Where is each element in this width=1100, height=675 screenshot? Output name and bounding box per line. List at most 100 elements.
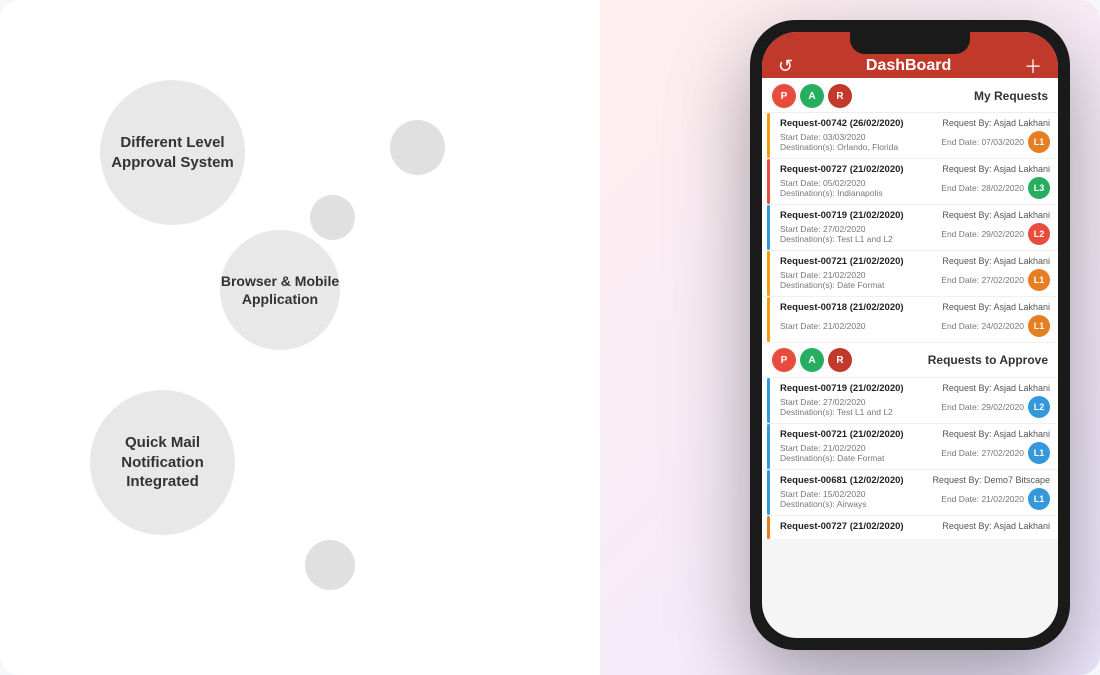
- request-content-2: Request-00727 (21/02/2020) Request By: A…: [772, 164, 1050, 199]
- areq-start-2: Start Date: 21/02/2020: [780, 443, 884, 453]
- abar-4: [767, 516, 770, 539]
- areq-dates-3: Start Date: 15/02/2020 Destination(s): A…: [780, 489, 866, 509]
- page-wrapper: Different Level Approval System Browser …: [0, 0, 1100, 675]
- req-dates-2: Start Date: 05/02/2020 Destination(s): I…: [780, 178, 883, 198]
- approve-item-1[interactable]: Request-00719 (21/02/2020) Request By: A…: [762, 378, 1058, 424]
- areq-end-3: End Date: 21/02/2020: [941, 494, 1024, 504]
- approve-item-2[interactable]: Request-00721 (21/02/2020) Request By: A…: [762, 424, 1058, 470]
- areq-by-1: Request By: Asjad Lakhani: [930, 383, 1050, 393]
- areq-id-3: Request-00681 (12/02/2020): [780, 475, 904, 486]
- refresh-icon[interactable]: ↺: [778, 56, 793, 77]
- request-content-4: Request-00721 (21/02/2020) Request By: A…: [772, 256, 1050, 291]
- phone-screen: ↺ DashBoard ＋ P A R My Requests: [762, 32, 1058, 638]
- my-requests-header: P A R My Requests: [762, 78, 1058, 113]
- request-content-1: Request-00742 (26/02/2020) Request By: A…: [772, 118, 1050, 153]
- badge-3: L2: [1028, 223, 1050, 245]
- abar-2: [767, 424, 770, 469]
- add-icon[interactable]: ＋: [1024, 53, 1042, 79]
- req-by-4: Request By: Asjad Lakhani: [930, 256, 1050, 266]
- bubble-deco-2: [310, 195, 355, 240]
- approve-item-4[interactable]: Request-00727 (21/02/2020) Request By: A…: [762, 516, 1058, 540]
- browser-label: Browser & Mobile Application: [220, 272, 340, 308]
- app-title: DashBoard: [866, 57, 951, 75]
- req-dest-4: Destination(s): Date Format: [780, 280, 884, 290]
- areq-id-2: Request-00721 (21/02/2020): [780, 429, 904, 440]
- badge-5: L1: [1028, 315, 1050, 337]
- approve-request-list: Request-00719 (21/02/2020) Request By: A…: [762, 378, 1058, 540]
- req-dest-2: Destination(s): Indianapolis: [780, 188, 883, 198]
- request-item-2[interactable]: Request-00727 (21/02/2020) Request By: A…: [762, 159, 1058, 205]
- request-list: Request-00742 (26/02/2020) Request By: A…: [762, 113, 1058, 343]
- request-item-3[interactable]: Request-00719 (21/02/2020) Request By: A…: [762, 205, 1058, 251]
- bubble-deco-1: [390, 120, 445, 175]
- req-by-2: Request By: Asjad Lakhani: [930, 164, 1050, 174]
- req-id-5: Request-00718 (21/02/2020): [780, 302, 904, 313]
- bubble-browser: Browser & Mobile Application: [220, 230, 340, 350]
- avatar-p2: P: [772, 348, 796, 372]
- bubble-deco-3: [305, 540, 355, 590]
- request-item-5[interactable]: Request-00718 (21/02/2020) Request By: A…: [762, 297, 1058, 343]
- areq-by-2: Request By: Asjad Lakhani: [930, 429, 1050, 439]
- avatar-r2: R: [828, 348, 852, 372]
- abadge-2: L1: [1028, 442, 1050, 464]
- areq-end-2: End Date: 27/02/2020: [941, 448, 1024, 458]
- phone-notch: [850, 32, 970, 54]
- my-requests-label: My Requests: [974, 89, 1048, 103]
- avatar-p: P: [772, 84, 796, 108]
- areq-end-1: End Date: 29/02/2020: [941, 402, 1024, 412]
- req-dates-3: Start Date: 27/02/2020 Destination(s): T…: [780, 224, 893, 244]
- req-dest-1: Destination(s): Orlando, Florida: [780, 142, 898, 152]
- approve-content-2: Request-00721 (21/02/2020) Request By: A…: [772, 429, 1050, 464]
- request-content-3: Request-00719 (21/02/2020) Request By: A…: [772, 210, 1050, 245]
- areq-dates-1: Start Date: 27/02/2020 Destination(s): T…: [780, 397, 893, 417]
- bar-1: [767, 113, 770, 158]
- bubble-approval: Different Level Approval System: [100, 80, 245, 225]
- badge-2: L3: [1028, 177, 1050, 199]
- avatar-a2: A: [800, 348, 824, 372]
- abar-3: [767, 470, 770, 515]
- areq-dest-3: Destination(s): Airways: [780, 499, 866, 509]
- bar-2: [767, 159, 770, 204]
- req-start-5: Start Date: 21/02/2020: [780, 321, 866, 331]
- req-start-2: Start Date: 05/02/2020: [780, 178, 883, 188]
- req-start-1: Start Date: 03/03/2020: [780, 132, 898, 142]
- req-end-3: End Date: 29/02/2020: [941, 229, 1024, 239]
- features-area: Different Level Approval System Browser …: [0, 0, 560, 675]
- req-id-1: Request-00742 (26/02/2020): [780, 118, 904, 129]
- areq-id-4: Request-00727 (21/02/2020): [780, 521, 904, 532]
- approve-content-4: Request-00727 (21/02/2020) Request By: A…: [772, 521, 1050, 534]
- areq-dest-1: Destination(s): Test L1 and L2: [780, 407, 893, 417]
- areq-id-1: Request-00719 (21/02/2020): [780, 383, 904, 394]
- req-id-2: Request-00727 (21/02/2020): [780, 164, 904, 175]
- badge-1: L1: [1028, 131, 1050, 153]
- approve-section-header: P A R Requests to Approve: [762, 343, 1058, 378]
- avatar-r: R: [828, 84, 852, 108]
- approve-item-3[interactable]: Request-00681 (12/02/2020) Request By: D…: [762, 470, 1058, 516]
- req-by-1: Request By: Asjad Lakhani: [930, 118, 1050, 128]
- req-by-3: Request By: Asjad Lakhani: [930, 210, 1050, 220]
- bar-5: [767, 297, 770, 342]
- request-item-1[interactable]: Request-00742 (26/02/2020) Request By: A…: [762, 113, 1058, 159]
- req-end-1: End Date: 07/03/2020: [941, 137, 1024, 147]
- areq-by-4: Request By: Asjad Lakhani: [930, 521, 1050, 531]
- req-end-2: End Date: 28/02/2020: [941, 183, 1024, 193]
- req-start-4: Start Date: 21/02/2020: [780, 270, 884, 280]
- abadge-1: L2: [1028, 396, 1050, 418]
- req-end-5: End Date: 24/02/2020: [941, 321, 1024, 331]
- approve-content-3: Request-00681 (12/02/2020) Request By: D…: [772, 475, 1050, 510]
- req-end-4: End Date: 27/02/2020: [941, 275, 1024, 285]
- abar-1: [767, 378, 770, 423]
- areq-by-3: Request By: Demo7 Bitscape: [930, 475, 1050, 485]
- req-id-4: Request-00721 (21/02/2020): [780, 256, 904, 267]
- req-by-5: Request By: Asjad Lakhani: [930, 302, 1050, 312]
- approve-label: Requests to Approve: [928, 353, 1048, 367]
- approve-content-1: Request-00719 (21/02/2020) Request By: A…: [772, 383, 1050, 418]
- request-content-5: Request-00718 (21/02/2020) Request By: A…: [772, 302, 1050, 337]
- req-start-3: Start Date: 27/02/2020: [780, 224, 893, 234]
- req-dates-4: Start Date: 21/02/2020 Destination(s): D…: [780, 270, 884, 290]
- avatar-a: A: [800, 84, 824, 108]
- request-item-4[interactable]: Request-00721 (21/02/2020) Request By: A…: [762, 251, 1058, 297]
- badge-4: L1: [1028, 269, 1050, 291]
- req-dest-3: Destination(s): Test L1 and L2: [780, 234, 893, 244]
- abadge-3: L1: [1028, 488, 1050, 510]
